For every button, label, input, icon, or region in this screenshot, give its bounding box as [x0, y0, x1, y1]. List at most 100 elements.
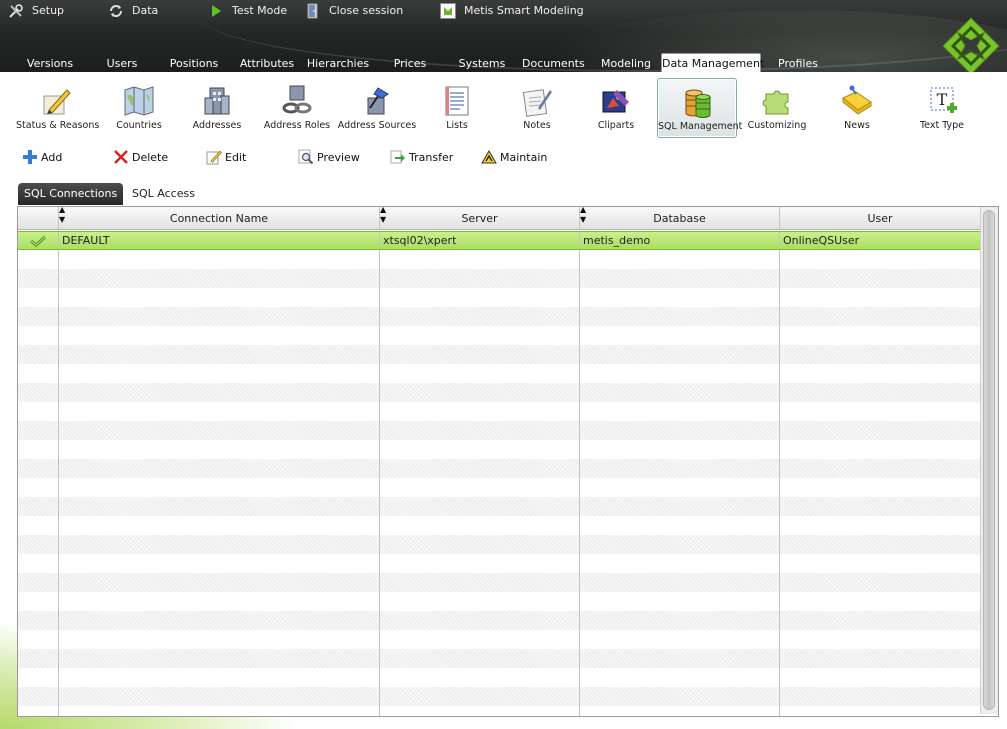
empty-cell — [59, 687, 380, 706]
tab-prices[interactable]: Prices — [388, 56, 432, 72]
module-sql-management[interactable]: SQL Management — [657, 78, 743, 138]
table-row-empty[interactable] — [18, 535, 980, 554]
preview-button-label: Preview — [317, 150, 360, 164]
column-header-user[interactable]: User — [780, 207, 980, 229]
empty-cell — [59, 478, 380, 497]
top-menu-data[interactable]: Data — [108, 2, 158, 19]
column-header-connection-name[interactable]: ▲ ▼ Connection Name — [59, 207, 380, 229]
table-row-empty[interactable] — [18, 592, 980, 611]
table-row-empty[interactable] — [18, 345, 980, 364]
tab-sql-connections[interactable]: SQL Connections — [18, 183, 124, 205]
top-menu-close-session-label: Close session — [329, 4, 404, 17]
module-toolbar: Status & Reasons Countries Addresses Add… — [0, 78, 1007, 140]
tab-versions[interactable]: Versions — [22, 56, 78, 72]
table-row-empty[interactable] — [18, 649, 980, 668]
tab-documents[interactable]: Documents — [522, 56, 585, 72]
table-row-empty[interactable] — [18, 706, 980, 716]
empty-cell — [580, 421, 780, 440]
table-row-empty[interactable] — [18, 402, 980, 421]
table-row-empty[interactable] — [18, 687, 980, 706]
tab-sql-access[interactable]: SQL Access — [126, 183, 201, 205]
table-row-empty[interactable] — [18, 611, 980, 630]
empty-cell — [59, 269, 380, 288]
table-row-empty[interactable] — [18, 269, 980, 288]
empty-cell — [580, 687, 780, 706]
preview-button[interactable]: Preview — [298, 148, 360, 166]
empty-cell — [18, 592, 59, 611]
scrollbar-thumb[interactable] — [983, 210, 995, 710]
column-header-server[interactable]: ▲ ▼ Server — [380, 207, 580, 229]
table-row-empty[interactable] — [18, 288, 980, 307]
tab-data-management[interactable]: Data Management — [661, 53, 764, 72]
column-header-status[interactable] — [18, 207, 59, 229]
table-row-empty[interactable] — [18, 516, 980, 535]
empty-cell — [59, 535, 380, 554]
empty-cell — [780, 402, 980, 421]
empty-cell — [380, 269, 580, 288]
table-row-empty[interactable] — [18, 326, 980, 345]
user-cell: OnlineQSUser — [783, 234, 860, 247]
sub-tabs: SQL Connections SQL Access — [18, 183, 998, 207]
tab-systems[interactable]: Systems — [456, 56, 508, 72]
module-news[interactable]: News — [817, 78, 897, 138]
empty-cell — [580, 497, 780, 516]
table-row-empty[interactable] — [18, 364, 980, 383]
edit-pencil-icon — [206, 149, 222, 165]
empty-cell — [59, 440, 380, 459]
edit-button[interactable]: Edit — [206, 148, 246, 166]
module-notes[interactable]: Notes — [497, 78, 577, 138]
table-row-empty[interactable] — [18, 573, 980, 592]
empty-cell — [380, 288, 580, 307]
module-status-reasons[interactable]: Status & Reasons — [16, 78, 99, 138]
app-header: Setup Data Test Mode Close session Metis… — [0, 0, 1007, 72]
table-row-empty[interactable] — [18, 630, 980, 649]
empty-cell — [780, 573, 980, 592]
table-row-empty[interactable] — [18, 440, 980, 459]
table-row-empty[interactable] — [18, 307, 980, 326]
table-row-empty[interactable] — [18, 459, 980, 478]
table-row-empty[interactable] — [18, 497, 980, 516]
top-menu-close-session[interactable]: Close session — [305, 2, 403, 19]
table-row-empty[interactable] — [18, 554, 980, 573]
maintain-button[interactable]: Maintain — [481, 148, 547, 166]
tab-attributes[interactable]: Attributes — [236, 56, 298, 72]
module-label: SQL Management — [658, 121, 743, 132]
transfer-button[interactable]: Transfer — [390, 148, 453, 166]
tab-hierarchies[interactable]: Hierarchies — [304, 56, 372, 72]
table-row[interactable]: DEFAULT xtsql02\xpert metis_demo OnlineQ… — [18, 231, 980, 250]
module-countries[interactable]: Countries — [99, 78, 179, 138]
table-row-empty[interactable] — [18, 668, 980, 687]
empty-cell — [580, 535, 780, 554]
empty-cell — [18, 516, 59, 535]
tab-profiles[interactable]: Profiles — [772, 56, 824, 72]
empty-cell — [18, 630, 59, 649]
table-row-empty[interactable] — [18, 478, 980, 497]
module-customizing[interactable]: Customizing — [737, 78, 817, 138]
empty-cell — [380, 516, 580, 535]
database-cell: metis_demo — [580, 232, 780, 249]
top-menu-test-mode[interactable]: Test Mode — [208, 2, 287, 19]
vertical-scrollbar[interactable] — [980, 207, 998, 714]
empty-cell — [380, 535, 580, 554]
module-text-type[interactable]: T Text Type — [902, 78, 982, 138]
module-address-sources[interactable]: Address Sources — [337, 78, 417, 138]
module-lists[interactable]: Lists — [417, 78, 497, 138]
add-button[interactable]: Add — [22, 148, 62, 166]
tab-positions[interactable]: Positions — [164, 56, 224, 72]
table-row-empty[interactable] — [18, 421, 980, 440]
empty-cell — [380, 649, 580, 668]
delete-button[interactable]: Delete — [113, 148, 168, 166]
table-row-empty[interactable] — [18, 250, 980, 269]
tab-modeling[interactable]: Modeling — [598, 56, 654, 72]
module-address-roles[interactable]: Address Roles — [257, 78, 337, 138]
table-row-empty[interactable] — [18, 383, 980, 402]
delete-x-icon — [113, 149, 129, 165]
top-menu: Setup Data Test Mode Close session Metis… — [0, 0, 1007, 22]
column-header-database[interactable]: ▲ ▼ Database — [580, 207, 780, 229]
module-addresses[interactable]: Addresses — [177, 78, 257, 138]
top-menu-setup[interactable]: Setup — [8, 2, 64, 19]
empty-cell — [18, 497, 59, 516]
empty-cell — [380, 402, 580, 421]
module-cliparts[interactable]: Cliparts — [576, 78, 656, 138]
tab-users[interactable]: Users — [100, 56, 144, 72]
